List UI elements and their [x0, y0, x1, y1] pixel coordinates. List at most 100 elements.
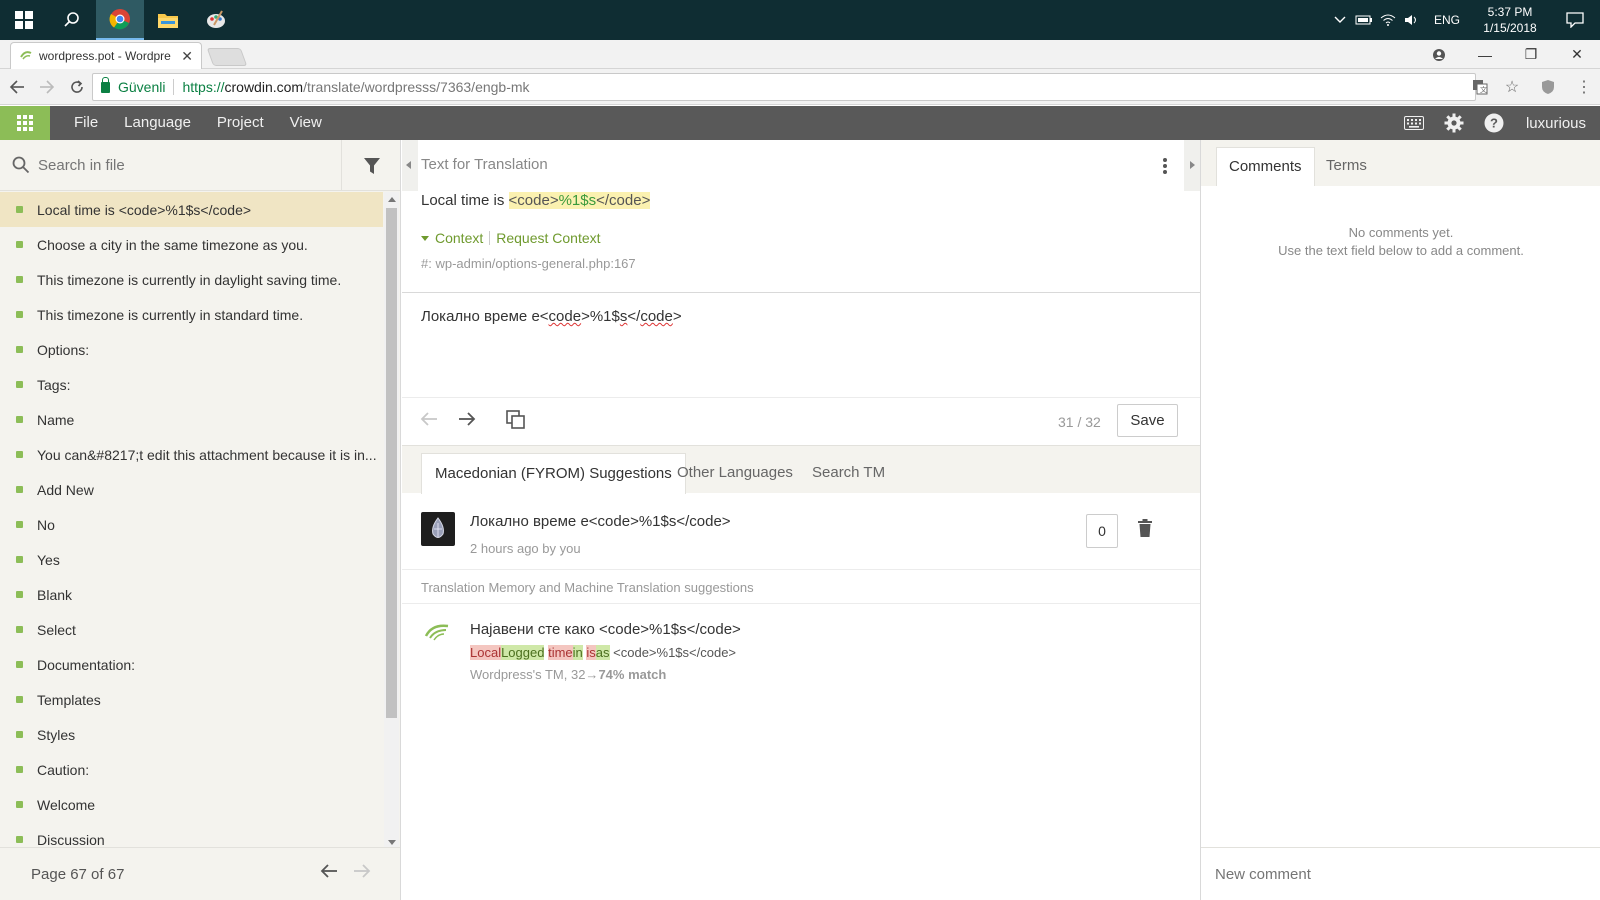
string-item[interactable]: Discussion	[0, 822, 383, 850]
bookmark-star-icon[interactable]: ☆	[1496, 77, 1528, 97]
tab-comments[interactable]: Comments	[1216, 147, 1315, 186]
scroll-up-icon[interactable]	[388, 197, 396, 202]
collapse-right-icon[interactable]	[1184, 140, 1200, 191]
more-options-icon[interactable]	[1160, 156, 1170, 176]
chrome-icon	[109, 9, 130, 30]
string-item[interactable]: Add New	[0, 472, 383, 507]
close-tab-icon[interactable]: ✕	[181, 48, 193, 65]
new-comment-input[interactable]	[1215, 865, 1575, 883]
menu-view[interactable]: View	[277, 106, 335, 140]
string-item[interactable]: Name	[0, 402, 383, 437]
forward-icon[interactable]	[34, 74, 60, 100]
taskbar-search-button[interactable]	[48, 0, 96, 40]
string-item[interactable]: Options:	[0, 332, 383, 367]
browser-tab[interactable]: wordpress.pot - Wordpre ✕	[10, 42, 202, 69]
tab-other-languages[interactable]: Other Languages	[664, 453, 806, 494]
request-context-link[interactable]: Request Context	[496, 230, 600, 246]
battery-icon[interactable]	[1352, 0, 1376, 40]
help-icon[interactable]: ?	[1474, 113, 1514, 133]
next-page-icon[interactable]	[353, 862, 371, 885]
system-clock[interactable]: 5:37 PM 1/15/2018	[1470, 4, 1550, 36]
apps-grid-icon[interactable]	[0, 106, 50, 140]
string-item[interactable]: This timezone is currently in daylight s…	[0, 262, 383, 297]
tab-search-tm[interactable]: Search TM	[799, 453, 898, 494]
delete-icon[interactable]	[1138, 519, 1152, 540]
menu-project[interactable]: Project	[204, 106, 277, 140]
string-item[interactable]: This timezone is currently in standard t…	[0, 297, 383, 332]
reload-icon[interactable]	[64, 74, 90, 100]
page-label: Page 67 of 67	[31, 865, 125, 883]
chevron-up-icon[interactable]	[1328, 0, 1352, 40]
address-bar[interactable]: Güvenli https://crowdin.com/translate/wo…	[92, 73, 1476, 101]
menu-file[interactable]: File	[61, 106, 111, 140]
extension-shield-icon[interactable]	[1528, 79, 1568, 95]
strings-scrollbar[interactable]	[384, 192, 399, 850]
string-text: Templates	[37, 691, 101, 708]
string-counter: 31 / 32	[1058, 414, 1101, 430]
wifi-icon[interactable]	[1376, 0, 1400, 40]
taskbar-paint[interactable]	[192, 0, 240, 40]
string-item[interactable]: Choose a city in the same timezone as yo…	[0, 227, 383, 262]
string-item[interactable]: Documentation:	[0, 647, 383, 682]
collapse-left-icon[interactable]	[402, 140, 418, 191]
input-language[interactable]: ENG	[1424, 13, 1470, 27]
next-string-icon[interactable]	[458, 410, 476, 433]
string-item[interactable]: Templates	[0, 682, 383, 717]
previous-string-icon[interactable]	[420, 410, 438, 433]
save-button[interactable]: Save	[1117, 404, 1178, 437]
context-toggle[interactable]: Context	[435, 230, 483, 246]
string-text: Welcome	[37, 796, 96, 813]
scrollbar-thumb[interactable]	[386, 208, 397, 718]
string-item[interactable]: Select	[0, 612, 383, 647]
secure-indicator[interactable]: Güvenli	[101, 76, 165, 95]
diff-removed: Local	[470, 645, 502, 660]
scroll-down-icon[interactable]	[388, 840, 396, 845]
source-string: Local time is <code>%1$s</code>	[421, 192, 651, 209]
previous-page-icon[interactable]	[320, 862, 338, 885]
crowdin-header: File Language Project View ? luxurious	[0, 106, 1600, 140]
string-item[interactable]: Caution:	[0, 752, 383, 787]
string-item[interactable]: No	[0, 507, 383, 542]
new-tab-button[interactable]	[206, 48, 248, 66]
close-window-icon[interactable]: ✕	[1554, 40, 1600, 69]
profile-icon[interactable]	[1416, 40, 1462, 69]
chrome-menu-icon[interactable]: ⋮	[1568, 77, 1600, 97]
search-input[interactable]	[38, 156, 328, 174]
settings-gear-icon[interactable]	[1434, 113, 1474, 133]
tab-terms[interactable]: Terms	[1314, 147, 1379, 186]
string-item[interactable]: Tags:	[0, 367, 383, 402]
tm-suggestion-text[interactable]: Најавени сте како <code>%1$s</code>	[470, 621, 741, 638]
menu-language[interactable]: Language	[111, 106, 204, 140]
tm-meta: Wordpress's TM, 32→74% match	[470, 667, 666, 682]
string-item[interactable]: Blank	[0, 577, 383, 612]
minimize-window-icon[interactable]: —	[1462, 40, 1508, 69]
taskbar-file-explorer[interactable]	[144, 0, 192, 40]
translate-icon[interactable]: 文	[1464, 79, 1496, 95]
caret-down-icon[interactable]	[421, 235, 429, 241]
strings-list: Local time is <code>%1$s</code> Choose a…	[0, 192, 383, 850]
filter-icon[interactable]	[341, 140, 401, 191]
copy-source-icon[interactable]	[506, 410, 526, 436]
suggestion-tabs: Macedonian (FYROM) Suggestions Other Lan…	[402, 445, 1200, 494]
string-item[interactable]: Styles	[0, 717, 383, 752]
string-item[interactable]: Welcome	[0, 787, 383, 822]
string-item[interactable]: Yes	[0, 542, 383, 577]
tm-match: 74% match	[598, 667, 667, 682]
volume-icon[interactable]	[1400, 0, 1424, 40]
username[interactable]: luxurious	[1514, 115, 1600, 132]
suggestion-item[interactable]: Локално време е<code>%1$s</code> 2 hours…	[402, 493, 1200, 570]
status-indicator	[16, 836, 23, 843]
restore-window-icon[interactable]: ❐	[1508, 40, 1554, 69]
taskbar-chrome[interactable]	[96, 0, 144, 40]
string-item[interactable]: Local time is <code>%1$s</code>	[0, 192, 383, 227]
suggestion-meta: 2 hours ago by you	[470, 541, 581, 556]
tab-macedonian-suggestions[interactable]: Macedonian (FYROM) Suggestions	[421, 453, 686, 494]
vote-count[interactable]: 0	[1086, 514, 1118, 548]
back-icon[interactable]	[4, 74, 30, 100]
status-indicator	[16, 346, 23, 353]
keyboard-icon[interactable]	[1394, 116, 1434, 130]
translation-input[interactable]: Локално време е<code>%1$s</code>	[421, 308, 682, 325]
string-item[interactable]: You can&#8217;t edit this attachment bec…	[0, 437, 383, 472]
start-button[interactable]	[0, 0, 48, 40]
notification-icon[interactable]	[1550, 0, 1600, 40]
